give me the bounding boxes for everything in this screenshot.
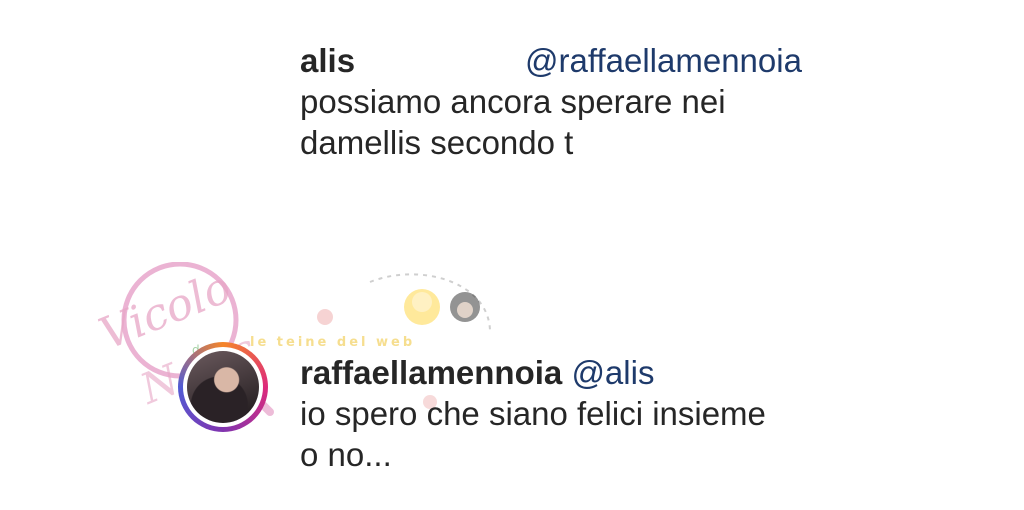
comment-username[interactable]: alis — [300, 42, 355, 79]
comment-text-line: damellis secondo t — [300, 124, 574, 161]
comment-raffaellamennoia: raffaellamennoia @alis io spero che sian… — [300, 352, 980, 475]
comment-text-line: io spero che siano felici insieme — [300, 395, 766, 432]
comment-header: raffaellamennoia @alis — [300, 352, 980, 393]
avatar-ring-gap — [183, 347, 263, 427]
avatar[interactable] — [178, 342, 268, 432]
comment-text-line: possiamo ancora sperare nei — [300, 83, 726, 120]
comment-alis: alis @raffaellamennoia possiamo ancora sp… — [300, 40, 980, 163]
comment-mention[interactable]: @alis — [571, 354, 654, 391]
comment-text-line: o no... — [300, 436, 392, 473]
comment-header: alis @raffaellamennoia — [300, 40, 980, 81]
comment-username[interactable]: raffaellamennoia — [300, 354, 562, 391]
avatar-photo — [187, 351, 259, 423]
comment-mention[interactable]: @raffaellamennoia — [525, 42, 802, 79]
watermark-banner: le teine del web — [250, 335, 415, 350]
